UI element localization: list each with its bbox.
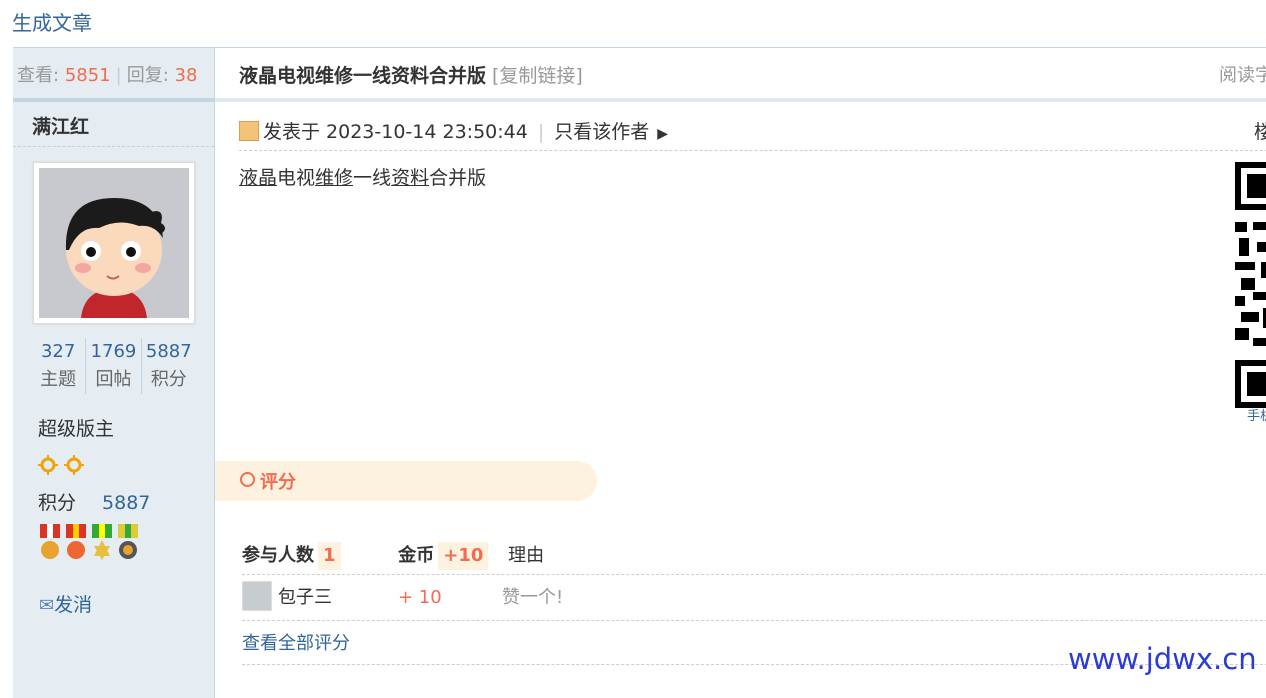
content-link[interactable]: 液晶 xyxy=(239,167,277,189)
participants-count: 1 xyxy=(318,542,341,570)
content-link[interactable]: 维修 xyxy=(315,167,353,189)
content-text: 合并版 xyxy=(429,167,487,189)
sun-rank-icon xyxy=(38,455,84,475)
points-value[interactable]: 5887 xyxy=(102,492,150,514)
gold-label: 金币 xyxy=(398,545,435,566)
count-points[interactable]: 5887 积分 xyxy=(140,338,196,394)
online-status-icon xyxy=(239,121,259,141)
rating-table-header: 参与人数 1 金币 +10 理由 xyxy=(242,538,1266,575)
post-frame: 查看: 5851 | 回复: 38 满江红 327 主题 1769 回帖 588… xyxy=(13,47,1266,698)
medals xyxy=(38,522,142,571)
count-topics[interactable]: 327 主题 xyxy=(31,338,85,394)
count-value: 5887 xyxy=(145,341,192,362)
author-sidebar: 查看: 5851 | 回复: 38 满江红 327 主题 1769 回帖 588… xyxy=(13,48,215,698)
rank-stars xyxy=(38,454,88,481)
stats-divider: | xyxy=(115,65,122,86)
thread-title-row: 液晶电视维修一线资料合并版 [复制链接] 阅读字 xyxy=(215,48,1266,102)
post-main: 液晶电视维修一线资料合并版 [复制链接] 阅读字 发表于 2023-10-14 2… xyxy=(215,48,1266,698)
medals-icon[interactable] xyxy=(38,522,142,566)
rater-gold: + 10 xyxy=(398,587,442,608)
avatar[interactable] xyxy=(33,162,195,324)
post-date: 发表于 2023-10-14 23:50:44 xyxy=(263,121,528,143)
content-text: 电视 xyxy=(277,167,316,189)
floor-label: 楼 xyxy=(1253,121,1266,143)
user-group[interactable]: 超级版主 xyxy=(38,414,114,441)
content-text: 一线 xyxy=(353,167,392,189)
triangle-right-icon: ▶ xyxy=(657,126,669,142)
qr-code-icon[interactable] xyxy=(1235,162,1266,408)
count-replies[interactable]: 1769 回帖 xyxy=(85,338,140,394)
participants-label: 参与人数 xyxy=(242,545,314,566)
count-value: 1769 xyxy=(90,341,137,362)
points-label: 积分 xyxy=(38,492,77,514)
rater-reason: 赞一个! xyxy=(502,587,564,608)
content-link[interactable]: 资料 xyxy=(391,167,429,189)
count-label: 回帖 xyxy=(95,369,132,390)
rating-title: 评分 xyxy=(260,472,296,493)
views-count: 5851 xyxy=(64,65,111,86)
rating-row: 包子三 + 10 赞一个! xyxy=(242,576,1266,621)
avatar-cartoon-icon xyxy=(39,168,189,318)
rater-avatar[interactable] xyxy=(242,581,272,611)
copy-link-button[interactable]: [复制链接] xyxy=(492,65,583,87)
points-line: 积分 5887 xyxy=(38,488,150,515)
replies-count: 38 xyxy=(174,65,198,86)
reason-label: 理由 xyxy=(508,545,545,566)
send-message-link[interactable]: ✉发消 xyxy=(39,590,92,617)
send-message-label: 发消 xyxy=(54,594,93,616)
replies-label: 回复: xyxy=(126,65,169,86)
thread-title: 液晶电视维修一线资料合并版 xyxy=(239,65,487,87)
post-meta: 发表于 2023-10-14 23:50:44 | 只看该作者 ▶ 楼 xyxy=(239,114,1266,151)
author-username[interactable]: 满江红 xyxy=(13,102,214,147)
count-value: 327 xyxy=(40,341,76,362)
watermark: www.jdwx.cn xyxy=(1068,642,1257,676)
meta-divider: | xyxy=(537,121,545,143)
qr-caption: 手机 xyxy=(1246,409,1266,424)
count-label: 积分 xyxy=(150,369,187,390)
generate-article-link[interactable]: 生成文章 xyxy=(12,7,92,36)
envelope-icon: ✉ xyxy=(39,595,55,616)
count-label: 主题 xyxy=(40,369,77,390)
author-counts: 327 主题 1769 回帖 5887 积分 xyxy=(31,338,196,394)
post-content: 液晶电视维修一线资料合并版 xyxy=(239,163,486,190)
circle-icon xyxy=(240,472,255,487)
gold-total: +10 xyxy=(438,542,489,570)
thread-stats: 查看: 5851 | 回复: 38 xyxy=(13,48,214,102)
rater-name[interactable]: 包子三 xyxy=(278,587,332,608)
read-mode-button[interactable]: 阅读字 xyxy=(1219,48,1266,104)
views-label: 查看: xyxy=(17,65,60,86)
rating-header: 评分 xyxy=(215,461,597,501)
only-author-link[interactable]: 只看该作者 xyxy=(554,121,649,143)
